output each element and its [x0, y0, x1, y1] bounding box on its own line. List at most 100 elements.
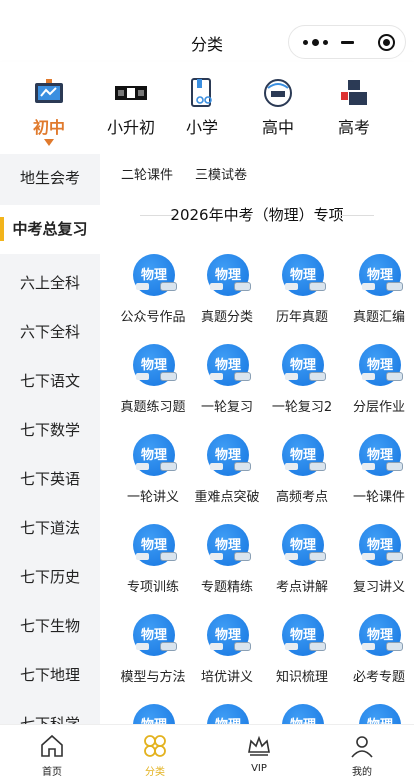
grid-item[interactable]: 物理 公众号作品 — [114, 254, 192, 344]
grid-item[interactable]: 物理 专项训练 — [114, 524, 192, 614]
divider — [340, 215, 374, 216]
block-icon — [285, 283, 298, 290]
car-icon — [386, 372, 403, 381]
block-icon — [362, 463, 375, 470]
grid-item[interactable]: 物理 考点讲解 — [263, 524, 341, 614]
grid-item[interactable]: 物理 一轮讲义 — [114, 434, 192, 524]
grid-item[interactable]: 物理 — [114, 704, 192, 724]
sidebar-item[interactable]: 六下全科 — [0, 308, 100, 357]
physics-badge-icon: 物理 — [133, 434, 177, 476]
tab-category[interactable]: 分类 — [125, 725, 185, 780]
level-tab-gaokao[interactable]: 高考 — [324, 62, 384, 154]
badge-text: 物理 — [207, 714, 249, 724]
level-tab-senior[interactable]: 高中 — [248, 62, 308, 154]
block-icon — [362, 643, 375, 650]
minimize-icon[interactable] — [341, 41, 354, 44]
car-icon — [386, 462, 403, 471]
tab-home[interactable]: 首页 — [22, 725, 82, 780]
tab-mine[interactable]: 我的 — [332, 725, 392, 780]
grid-item-label: 分层作业 — [352, 400, 405, 415]
previous-item-label[interactable]: 二轮课件 — [121, 164, 173, 183]
block-icon — [136, 643, 149, 650]
physics-badge-icon: 物理 — [207, 254, 251, 296]
physics-badge-icon: 物理 — [282, 614, 326, 656]
grid-item[interactable]: 物理 培优讲义 — [188, 614, 266, 704]
block-icon — [136, 553, 149, 560]
grid-item[interactable]: 物理 — [188, 704, 266, 724]
car-icon — [160, 282, 177, 291]
sidebar-item[interactable]: 七下历史 — [0, 553, 100, 602]
category-sidebar: 地生会考 中考总复习 六上全科 六下全科 七下语文 七下数学 七下英语 七下道法… — [0, 154, 100, 724]
grid-item[interactable]: 物理 专题精练 — [188, 524, 266, 614]
badge-text: 物理 — [282, 714, 324, 724]
physics-badge-icon: 物理 — [359, 344, 403, 386]
level-tab-label: 高中 — [261, 118, 294, 137]
previous-item-label[interactable]: 三模试卷 — [195, 164, 247, 183]
level-tab-junior[interactable]: 初中 — [19, 62, 79, 154]
block-icon — [210, 553, 223, 560]
badge-text: 物理 — [140, 628, 167, 643]
tab-vip[interactable]: VIP — [229, 725, 289, 780]
grid-item[interactable]: 物理 一轮复习2 — [263, 344, 341, 434]
sidebar-item[interactable]: 七下英语 — [0, 455, 100, 504]
grid-item[interactable]: 物理 分层作业 — [340, 344, 414, 434]
grid-item[interactable]: 物理 — [340, 704, 414, 724]
badge-text: 物理 — [366, 268, 393, 283]
grid-item-label: 必考专题 — [352, 670, 405, 685]
grid-item[interactable]: 物理 真题分类 — [188, 254, 266, 344]
home-icon — [41, 734, 63, 757]
grid-item[interactable]: 物理 — [263, 704, 341, 724]
category-icon — [144, 735, 166, 757]
gaozhong-circle-icon — [264, 79, 292, 107]
physics-badge-icon: 物理 — [133, 254, 177, 296]
car-icon — [309, 462, 326, 471]
physics-badge-icon: 物理 — [359, 704, 401, 724]
sidebar-item-active[interactable]: 中考总复习 — [0, 205, 100, 254]
grid-item[interactable]: 物理 知识梳理 — [263, 614, 341, 704]
badge-text: 物理 — [214, 268, 241, 283]
close-target-icon[interactable] — [378, 34, 395, 51]
car-icon — [234, 552, 251, 561]
grid-item[interactable]: 物理 真题汇编 — [340, 254, 414, 344]
tab-label: 首页 — [42, 767, 62, 778]
sidebar-item[interactable]: 七下语文 — [0, 357, 100, 406]
sidebar-item[interactable]: 七下生物 — [0, 602, 100, 651]
grid-item[interactable]: 物理 历年真题 — [263, 254, 341, 344]
physics-badge-icon: 物理 — [359, 434, 403, 476]
car-icon — [160, 372, 177, 381]
badge-text: 物理 — [289, 628, 316, 643]
badge-text: 物理 — [140, 538, 167, 553]
gaokao-logo-icon — [341, 80, 367, 105]
level-tab-xiaoshengchu[interactable]: 小升初 — [101, 62, 161, 154]
sidebar-item[interactable]: 六上全科 — [0, 259, 100, 308]
level-tab-primary[interactable]: 小学 — [172, 62, 232, 154]
badge-text: 物理 — [366, 448, 393, 463]
block-icon — [136, 463, 149, 470]
sidebar-item[interactable]: 地生会考 — [0, 154, 100, 203]
grid-item[interactable]: 物理 一轮课件 — [340, 434, 414, 524]
title-bar: 分类 — [0, 0, 414, 62]
badge-text: 物理 — [366, 628, 393, 643]
badge-text: 物理 — [140, 448, 167, 463]
more-icon[interactable] — [303, 35, 331, 49]
grid-item[interactable]: 物理 高频考点 — [263, 434, 341, 524]
badge-text: 物理 — [214, 448, 241, 463]
sidebar-item[interactable]: 七下地理 — [0, 651, 100, 700]
crown-icon — [248, 735, 270, 756]
car-icon — [234, 282, 251, 291]
car-icon — [309, 552, 326, 561]
grid-item[interactable]: 物理 必考专题 — [340, 614, 414, 704]
tab-label: VIP — [251, 763, 267, 774]
grid-item[interactable]: 物理 模型与方法 — [114, 614, 192, 704]
grid-item[interactable]: 物理 重难点突破 — [188, 434, 266, 524]
sidebar-item[interactable]: 七下数学 — [0, 406, 100, 455]
block-icon — [362, 283, 375, 290]
badge-text: 物理 — [366, 538, 393, 553]
sidebar-item[interactable]: 七下科学 — [0, 700, 100, 724]
block-icon — [210, 283, 223, 290]
grid-item[interactable]: 物理 一轮复习 — [188, 344, 266, 434]
car-icon — [160, 642, 177, 651]
grid-item[interactable]: 物理 真题练习题 — [114, 344, 192, 434]
sidebar-item[interactable]: 七下道法 — [0, 504, 100, 553]
grid-item[interactable]: 物理 复习讲义 — [340, 524, 414, 614]
